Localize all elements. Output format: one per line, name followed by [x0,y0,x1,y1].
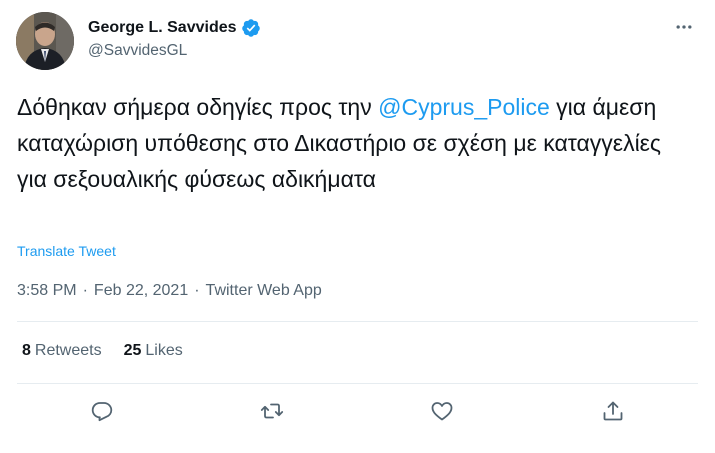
tweet-date[interactable]: Feb 22, 2021 [94,282,188,300]
verified-badge-icon [241,18,261,38]
retweet-icon [260,403,284,419]
avatar[interactable] [16,12,74,70]
avatar-photo [16,12,74,70]
meta-separator: · [194,282,200,299]
like-button[interactable] [427,396,457,426]
retweet-button[interactable] [257,396,287,426]
heart-icon [431,402,453,421]
reply-button[interactable] [87,396,117,426]
divider [17,383,698,384]
author-display-name[interactable]: George L. Savvides [88,19,237,37]
more-options-button[interactable] [673,16,695,38]
tweet-text: Δόθηκαν σήμερα οδηγίες προς την @Cyprus_… [17,89,697,197]
author-handle[interactable]: @SavvidesGL [88,42,261,60]
tweet-meta: 3:58 PM · Feb 22, 2021 · Twitter Web App [17,282,322,300]
tweet-card: George L. Savvides @SavvidesGL Δόθηκαν σ… [0,0,715,453]
retweets-stat[interactable]: 8 Retweets [22,342,102,360]
likes-count: 25 [123,342,142,359]
tweet-time[interactable]: 3:58 PM [17,282,77,300]
tweet-text-before: Δόθηκαν σήμερα οδηγίες προς την [17,94,379,120]
likes-stat[interactable]: 25 Likes [124,342,183,360]
retweets-label: Retweets [34,342,102,359]
tweet-source[interactable]: Twitter Web App [206,282,322,300]
share-button[interactable] [598,396,628,426]
mention-link[interactable]: @Cyprus_Police [378,94,550,120]
tweet-author: George L. Savvides @SavvidesGL [88,17,261,60]
meta-separator: · [82,282,88,299]
tweet-actions [0,396,715,426]
divider [17,321,698,322]
name-row: George L. Savvides [88,17,261,39]
translate-tweet-link[interactable]: Translate Tweet [17,243,116,259]
tweet-stats: 8 Retweets 25 Likes [22,342,183,360]
reply-icon [91,402,113,422]
likes-label: Likes [145,342,183,359]
retweets-count: 8 [22,342,31,359]
more-horizontal-icon [676,25,692,29]
share-icon [603,401,623,421]
